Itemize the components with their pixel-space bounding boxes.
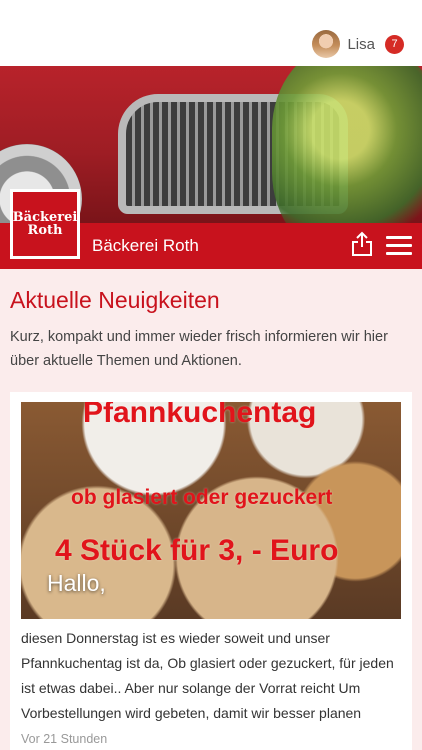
hero-foliage	[272, 66, 422, 223]
share-icon[interactable]	[351, 231, 373, 257]
section-intro: Kurz, kompakt und immer wieder frisch in…	[10, 329, 388, 369]
news-card-body: diesen Donnerstag ist es wieder soweit u…	[21, 630, 394, 721]
brand-name: Bäckerei Roth	[92, 236, 199, 255]
page-title: Aktuelle Neuigkeiten	[10, 287, 220, 313]
news-card[interactable]: Pfannkuchentag ob glasiert oder gezucker…	[10, 392, 412, 750]
image-text-offer: 4 Stück für 3, - Euro	[55, 534, 339, 567]
avatar[interactable]	[312, 30, 341, 58]
image-text-subtitle: ob glasiert oder gezuckert	[71, 486, 333, 509]
menu-bar-bottom	[386, 252, 412, 255]
notification-badge[interactable]: 7	[385, 34, 404, 54]
menu-bar-middle	[386, 244, 412, 247]
user-account[interactable]: Lisa 7	[312, 30, 404, 58]
user-name[interactable]: Lisa	[347, 36, 375, 53]
hamburger-menu-icon[interactable]	[386, 236, 412, 256]
top-bar: Lisa 7	[0, 0, 422, 66]
logo-line-2: Roth	[27, 223, 63, 238]
news-card-greeting: Hallo,	[47, 570, 106, 596]
menu-bar-top	[386, 236, 412, 239]
brand-logo[interactable]: Bäckerei Roth	[10, 189, 80, 259]
news-card-timestamp: Vor 21 Stunden	[21, 732, 108, 746]
main-content: Aktuelle Neuigkeiten Kurz, kompakt und i…	[0, 269, 422, 750]
news-card-image[interactable]: Pfannkuchentag ob glasiert oder gezucker…	[21, 402, 401, 619]
image-text-title: Pfannkuchentag	[83, 402, 317, 429]
